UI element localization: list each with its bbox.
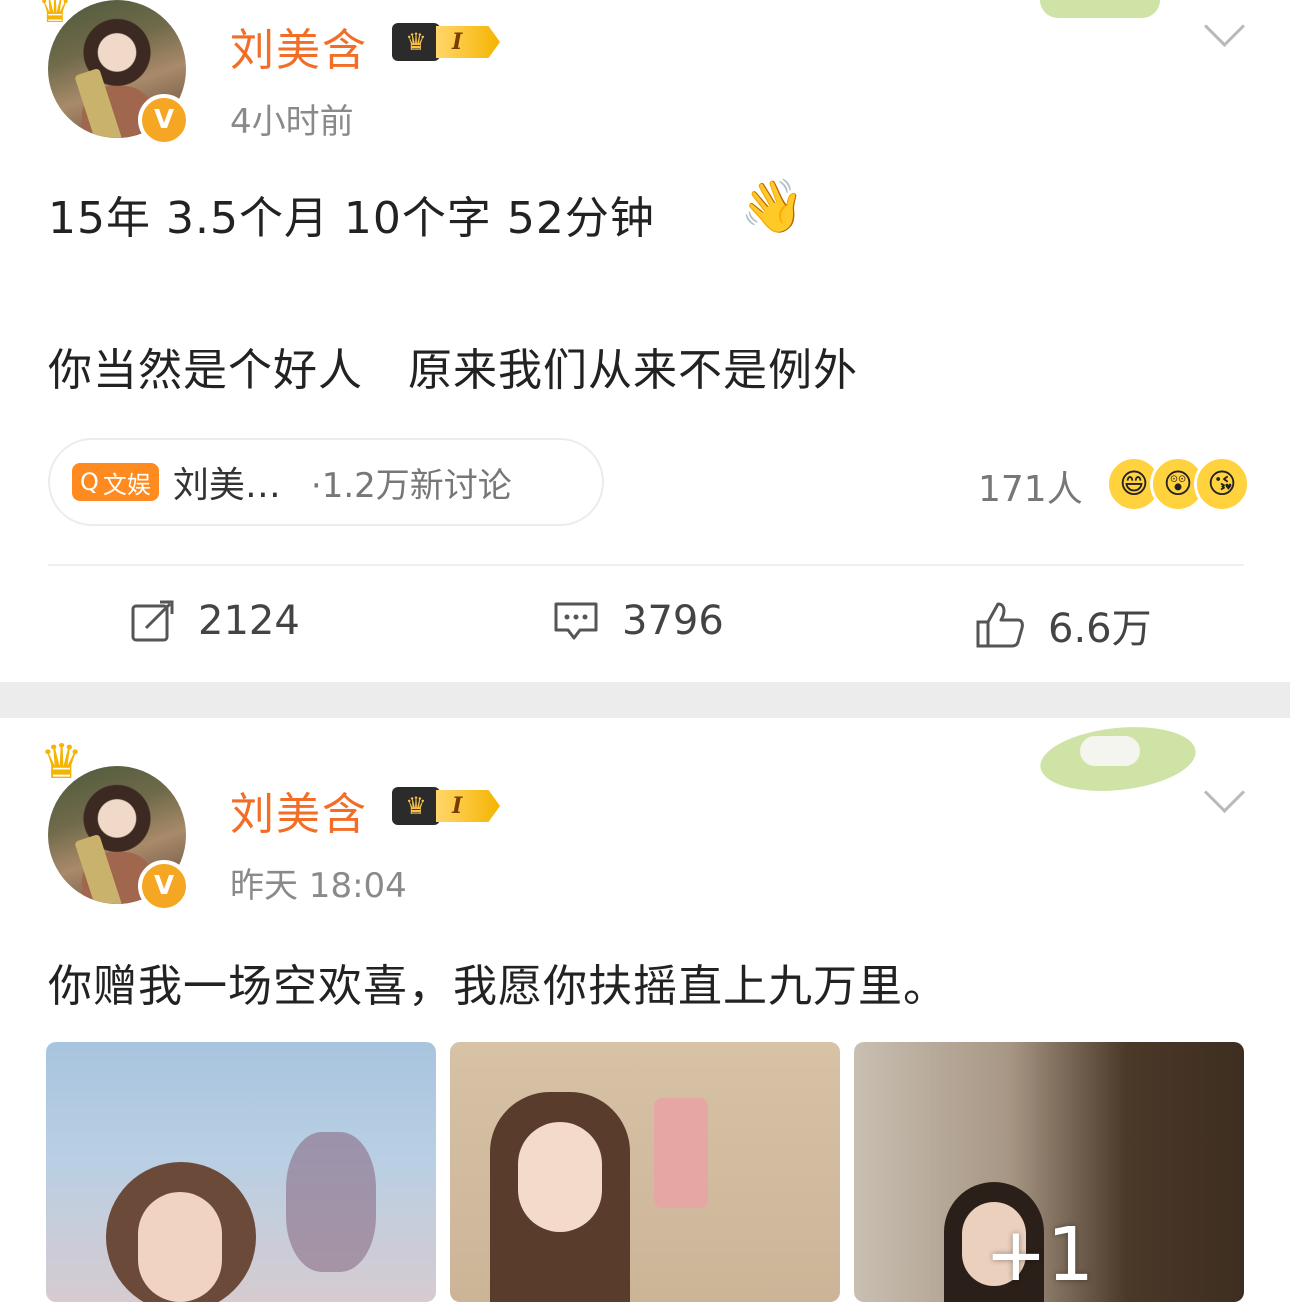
post-text-line: 15年 3.5个月 10个字 52分钟	[48, 193, 655, 244]
vip-level: I	[436, 26, 500, 58]
like-icon	[976, 602, 1024, 648]
kiss-emoji: 😘	[1194, 456, 1250, 512]
search-icon: Q	[80, 468, 99, 496]
chevron-down-icon[interactable]	[1203, 771, 1246, 814]
crown-icon: ♛	[392, 23, 440, 61]
repost-button[interactable]: 2124	[130, 598, 300, 644]
topic-tag: Q 文娱	[72, 463, 159, 501]
reaction-faces[interactable]: 😄 😲 😘	[1106, 456, 1250, 512]
topic-count: ·1.2万新讨论	[310, 465, 512, 506]
more-images-count: +1	[984, 1212, 1094, 1298]
decoration-illustration	[1040, 0, 1160, 18]
topic-name: 刘美…	[172, 465, 281, 506]
timestamp: 昨天 18:04	[230, 866, 407, 906]
divider	[48, 564, 1244, 566]
like-button[interactable]: 6.6万	[974, 596, 1152, 654]
crown-icon: ♛	[38, 0, 73, 31]
verified-badge: V	[138, 94, 190, 146]
topic-tag-label: 文娱	[102, 470, 151, 499]
repost-count: 2124	[198, 598, 300, 644]
image-grid: +1	[46, 1042, 1244, 1302]
like-count: 6.6万	[1048, 606, 1152, 652]
waving-hand-emoji: 👋	[740, 177, 805, 237]
post-image[interactable]	[450, 1042, 840, 1302]
post-image[interactable]: +1	[854, 1042, 1244, 1302]
feed-separator	[0, 682, 1290, 718]
username[interactable]: 刘美含	[230, 778, 368, 842]
post-2: ♛ V 刘美含 ♛ I 昨天 18:04 你赠我一场空欢喜，我愿你扶摇直上九万里…	[0, 718, 1290, 1302]
repost-icon	[131, 600, 174, 642]
timestamp: 4小时前	[230, 102, 354, 142]
comment-button[interactable]: 3796	[552, 598, 724, 644]
crown-icon: ♛	[392, 787, 440, 825]
crown-icon: ♛	[40, 734, 84, 790]
vip-badge[interactable]: ♛ I	[392, 786, 500, 826]
verified-badge: V	[138, 860, 190, 912]
reaction-count[interactable]: 171人	[978, 460, 1083, 512]
post-1: ♛ V 刘美含 ♛ I 4小时前 15年 3.5个月 10个字 52分钟 👋 你…	[0, 0, 1290, 682]
post-text: 你赠我一场空欢喜，我愿你扶摇直上九万里。	[48, 961, 948, 1012]
comment-count: 3796	[622, 598, 724, 644]
comment-icon	[554, 602, 598, 640]
vip-level: I	[436, 790, 500, 822]
vip-badge[interactable]: ♛ I	[392, 22, 500, 62]
topic-pill[interactable]: Q 文娱 刘美… ·1.2万新讨论	[48, 438, 604, 526]
post-text-line: 你当然是个好人 原来我们从来不是例外	[48, 345, 858, 396]
username[interactable]: 刘美含	[230, 14, 368, 78]
chevron-down-icon[interactable]	[1203, 5, 1246, 48]
post-image[interactable]	[46, 1042, 436, 1302]
decoration-illustration	[1080, 736, 1140, 766]
